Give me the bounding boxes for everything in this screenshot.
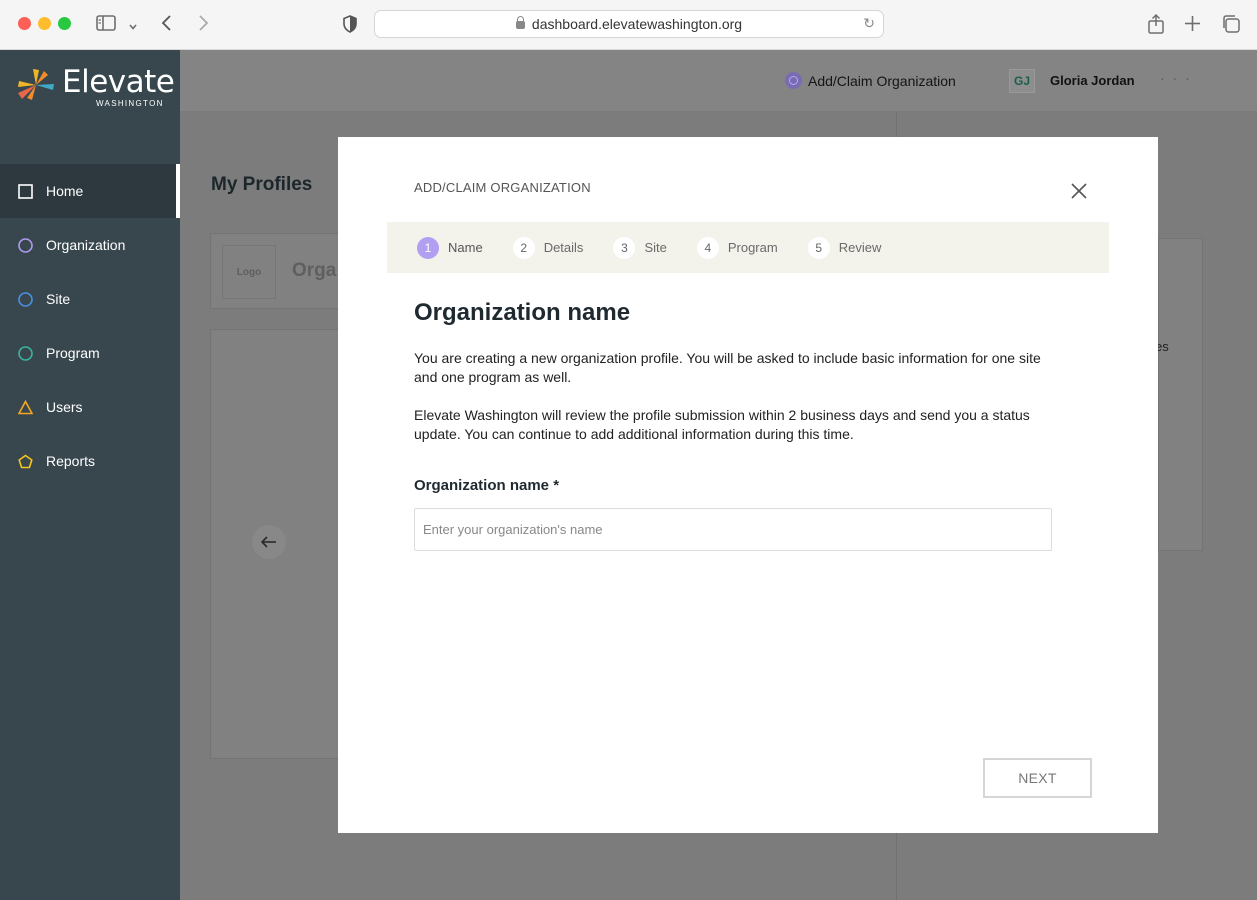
- step-program[interactable]: 4 Program: [696, 236, 778, 259]
- sidebar-item-label: Site: [46, 291, 71, 307]
- profile-card: Logo Orga: [210, 233, 350, 309]
- user-name[interactable]: Gloria Jordan: [1050, 73, 1135, 88]
- step-site[interactable]: 3 Site: [613, 236, 667, 259]
- intro-paragraph: You are creating a new organization prof…: [414, 350, 1041, 385]
- stepper: 1 Name 2 Details 3 Site 4 Program 5 Revi…: [387, 222, 1109, 273]
- address-bar[interactable]: dashboard.elevatewashington.org ↻: [374, 10, 884, 38]
- organization-name-input[interactable]: [414, 508, 1052, 551]
- brand-name: Elevate: [62, 64, 175, 100]
- url-text: dashboard.elevatewashington.org: [531, 16, 743, 32]
- review-paragraph: Elevate Washington will review the profi…: [414, 407, 1030, 442]
- sidebar-item-label: Organization: [46, 237, 126, 253]
- app-header: Add/Claim Organization GJ Gloria Jordan …: [180, 50, 1257, 111]
- step-name[interactable]: 1 Name: [417, 236, 483, 259]
- step-details[interactable]: 2 Details: [512, 236, 584, 259]
- minimize-window-button[interactable]: [38, 17, 51, 30]
- org-name-partial: Orga: [292, 260, 337, 281]
- step-label: Site: [644, 240, 667, 255]
- sidebar-item-site[interactable]: Site: [0, 272, 180, 326]
- sidebar-item-label: Reports: [46, 453, 96, 469]
- step-label: Review: [838, 240, 882, 255]
- sidebar: Elevate WASHINGTON Home Organization Sit…: [0, 50, 180, 900]
- tabs-icon[interactable]: [1221, 14, 1241, 37]
- organization-name-label: Organization name *: [414, 477, 560, 494]
- sidebar-item-label: Home: [46, 183, 84, 199]
- shield-icon[interactable]: [342, 15, 358, 36]
- more-options-icon[interactable]: · · ·: [1160, 70, 1192, 86]
- forward-icon[interactable]: [197, 14, 209, 35]
- step-number: 2: [512, 236, 535, 259]
- close-window-button[interactable]: [18, 17, 31, 30]
- elevate-logo-mark-icon: [18, 69, 54, 100]
- sidebar-nav: Home Organization Site Program Users Rep…: [0, 164, 180, 488]
- sidebar-item-reports[interactable]: Reports: [0, 434, 180, 488]
- modal-label: ADD/CLAIM ORGANIZATION: [414, 180, 591, 195]
- elevate-logo[interactable]: Elevate WASHINGTON: [14, 64, 175, 110]
- pentagon-icon: [18, 454, 33, 469]
- square-icon: [18, 183, 33, 199]
- chevron-down-icon[interactable]: [128, 17, 138, 35]
- add-claim-organization-modal: ADD/CLAIM ORGANIZATION 1 Name 2 Details …: [338, 137, 1158, 833]
- arrow-left-icon: [252, 525, 286, 559]
- brand-subtitle: WASHINGTON: [96, 99, 164, 108]
- circle-icon: [18, 291, 33, 307]
- modal-heading: Organization name: [414, 299, 631, 326]
- browser-toolbar: dashboard.elevatewashington.org ↻: [0, 0, 1257, 50]
- close-icon[interactable]: [1068, 180, 1090, 202]
- fullscreen-window-button[interactable]: [58, 17, 71, 30]
- share-icon[interactable]: [1147, 13, 1165, 38]
- back-icon[interactable]: [161, 14, 173, 35]
- circle-icon: [18, 237, 33, 253]
- circle-icon: [18, 345, 33, 361]
- sidebar-item-label: Users: [46, 399, 83, 415]
- step-number: 3: [613, 236, 636, 259]
- step-number: 5: [807, 236, 830, 259]
- step-review[interactable]: 5 Review: [807, 236, 882, 259]
- triangle-icon: [18, 399, 33, 415]
- reload-icon[interactable]: ↻: [863, 15, 875, 32]
- circle-icon: [785, 72, 802, 89]
- sidebar-item-label: Program: [46, 345, 100, 361]
- sidebar-item-program[interactable]: Program: [0, 326, 180, 380]
- sidebar-item-organization[interactable]: Organization: [0, 218, 180, 272]
- lock-icon: [515, 16, 525, 29]
- step-label: Details: [543, 240, 584, 255]
- step-label: Program: [727, 240, 778, 255]
- step-label: Name: [448, 240, 483, 255]
- add-claim-organization-link[interactable]: Add/Claim Organization: [785, 72, 956, 89]
- sidebar-item-home[interactable]: Home: [0, 164, 180, 218]
- next-button[interactable]: NEXT: [983, 758, 1092, 798]
- sidebar-item-users[interactable]: Users: [0, 380, 180, 434]
- avatar[interactable]: GJ: [1009, 69, 1035, 93]
- plus-icon[interactable]: [1184, 15, 1201, 35]
- step-number: 4: [696, 236, 719, 259]
- sidebar-toggle-icon[interactable]: [96, 15, 116, 34]
- page-title: My Profiles: [211, 174, 313, 195]
- side-card: [1158, 238, 1203, 551]
- step-number: 1: [417, 236, 439, 259]
- logo-placeholder: Logo: [222, 245, 276, 299]
- add-claim-label: Add/Claim Organization: [808, 72, 956, 89]
